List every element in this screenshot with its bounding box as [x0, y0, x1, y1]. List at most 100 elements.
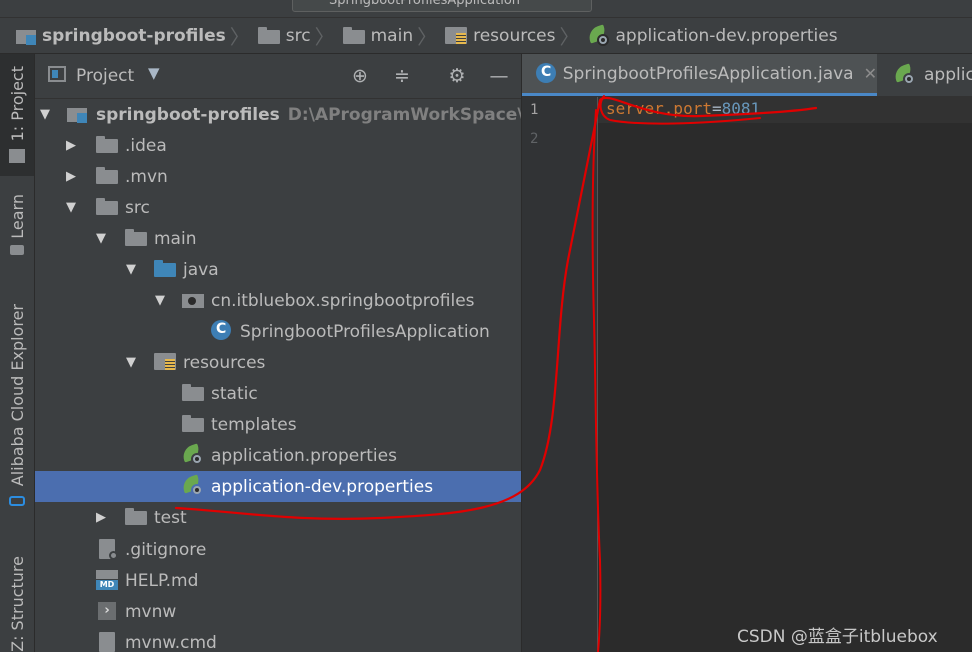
watermark: CSDN @蓝盒子itbluebox: [737, 627, 938, 647]
tree-item-help-md[interactable]: MD HELP.md: [35, 565, 521, 596]
navigation-breadcrumb: springboot-profiles 〉 src 〉 main 〉 resou…: [0, 18, 972, 54]
source-folder-icon: [154, 260, 176, 277]
breadcrumb-label: main: [370, 25, 414, 46]
tree-item-mvnw[interactable]: › mvnw: [35, 596, 521, 627]
resources-folder-icon: [154, 353, 176, 370]
tree-item-test[interactable]: ▶ test: [35, 502, 521, 533]
breadcrumb-item-main[interactable]: main: [342, 18, 414, 53]
tree-item-application-dev-properties[interactable]: application-dev.properties: [35, 471, 521, 502]
breadcrumb-label: application-dev.properties: [615, 25, 838, 46]
tree-item-resources[interactable]: ▼ resources: [35, 347, 521, 378]
spring-properties-icon: [180, 443, 204, 466]
expand-arrow-icon[interactable]: ▼: [125, 263, 137, 276]
tree-item-label: .gitignore: [125, 539, 207, 560]
tab-application-dev-properties[interactable]: applic: [892, 54, 972, 96]
tree-item-label: resources: [183, 352, 266, 373]
spring-class-icon: [211, 320, 233, 342]
code-line[interactable]: server.port=8081: [606, 99, 760, 118]
cmd-file-icon: [99, 632, 115, 652]
tree-item-static[interactable]: static: [35, 378, 521, 409]
collapse-arrow-icon[interactable]: ▶: [65, 170, 77, 183]
locate-target-icon[interactable]: ⊕: [348, 64, 372, 88]
chevron-right-icon: 〉: [314, 25, 335, 49]
close-icon[interactable]: ✕: [864, 64, 877, 83]
tab-alibaba-label: Alibaba Cloud Explorer: [7, 304, 27, 487]
tree-item-project-root[interactable]: ▼ springboot-profiles D:\AProgramWorkSpac…: [35, 99, 521, 130]
tree-item-label: src: [125, 197, 150, 218]
tree-item-label: mvnw: [125, 601, 177, 622]
collapse-all-icon[interactable]: ≑: [390, 64, 414, 88]
tree-item-label: springboot-profilesD:\AProgramWorkSpace\…: [96, 105, 521, 125]
chevron-right-icon: 〉: [229, 25, 250, 49]
tab-project[interactable]: 1: Project: [0, 54, 34, 176]
tree-item-templates[interactable]: templates: [35, 409, 521, 440]
module-icon: [16, 27, 36, 45]
tree-item-label: SpringbootProfilesApplication: [240, 321, 490, 342]
tab-label: SpringbootProfilesApplication.java: [562, 63, 854, 84]
editor-tab-bar: SpringbootProfilesApplication.java ✕ app…: [522, 54, 972, 97]
tree-item-main[interactable]: ▼ main: [35, 223, 521, 254]
project-tool-window: Project ▼ ⊕ ≑ ⚙ — ▼ springboot-profiles D…: [35, 54, 522, 652]
tree-item-application-properties[interactable]: application.properties: [35, 440, 521, 471]
markdown-file-icon: MD: [96, 570, 118, 590]
collapse-arrow-icon[interactable]: ▶: [65, 139, 77, 152]
project-view-icon: [48, 66, 66, 82]
line-number-gutter: 1 2: [522, 97, 598, 652]
breadcrumb-item-file[interactable]: application-dev.properties: [585, 18, 838, 53]
tree-item-label: HELP.md: [125, 570, 199, 591]
folder-icon: [342, 27, 365, 44]
left-tool-stripe: 1: Project Learn Alibaba Cloud Explorer …: [0, 54, 35, 652]
chevron-right-icon: 〉: [559, 25, 580, 49]
tree-item-java[interactable]: ▼ java: [35, 254, 521, 285]
folder-icon: [96, 167, 118, 184]
project-panel-title[interactable]: Project: [76, 66, 134, 86]
folder-icon: [125, 229, 147, 246]
dropdown-arrow-icon[interactable]: ▼: [148, 64, 160, 82]
property-operator: =: [711, 99, 722, 118]
spring-properties-icon: [585, 23, 610, 47]
expand-arrow-icon[interactable]: ▼: [154, 294, 166, 307]
breadcrumb-item-src[interactable]: src: [257, 18, 311, 53]
tab-learn[interactable]: Learn: [0, 194, 34, 274]
tab-structure[interactable]: Z: Structure: [0, 556, 34, 652]
run-configuration-selector[interactable]: SpringbootProfilesApplication: [292, 0, 592, 12]
hide-panel-icon[interactable]: —: [487, 64, 511, 88]
tab-alibaba-cloud-explorer[interactable]: Alibaba Cloud Explorer: [0, 304, 34, 524]
tree-item-gitignore[interactable]: .gitignore: [35, 534, 521, 565]
tree-item-idea[interactable]: ▶ .idea: [35, 130, 521, 161]
tree-item-label: application-dev.properties: [211, 476, 434, 497]
breadcrumb-item-project[interactable]: springboot-profiles: [16, 18, 226, 53]
tree-item-label: cn.itbluebox.springbootprofiles: [211, 290, 475, 311]
run-configuration-label: SpringbootProfilesApplication: [329, 0, 521, 8]
tree-item-src[interactable]: ▼ src: [35, 192, 521, 223]
expand-arrow-icon[interactable]: ▼: [65, 201, 77, 214]
learn-icon: [10, 244, 24, 255]
module-icon: [67, 105, 87, 123]
expand-arrow-icon[interactable]: ▼: [95, 232, 107, 245]
expand-arrow-icon[interactable]: ▼: [125, 356, 137, 369]
tab-springboot-profiles-application[interactable]: SpringbootProfilesApplication.java ✕: [522, 54, 877, 96]
spring-properties-icon: [892, 63, 916, 86]
folder-icon: [96, 136, 118, 153]
tree-item-label: .mvn: [125, 166, 168, 187]
collapse-arrow-icon[interactable]: ▶: [95, 511, 107, 524]
tab-structure-label: Z: Structure: [7, 556, 27, 652]
gear-icon[interactable]: ⚙: [445, 64, 469, 88]
folder-icon: [96, 198, 118, 215]
tree-item-application-class[interactable]: SpringbootProfilesApplication: [35, 316, 521, 347]
project-window-icon: [9, 149, 25, 164]
folder-icon: [182, 384, 204, 401]
tab-label: applic: [924, 65, 972, 85]
property-value: 8081: [721, 99, 761, 118]
shell-file-icon: ›: [98, 602, 116, 620]
tree-item-mvn[interactable]: ▶ .mvn: [35, 161, 521, 192]
line-number: 1: [530, 102, 539, 118]
tree-item-mvnw-cmd[interactable]: mvnw.cmd: [35, 627, 521, 652]
expand-arrow-icon[interactable]: ▼: [39, 108, 51, 121]
tree-item-label: templates: [211, 414, 297, 435]
code-editor[interactable]: 1 2 server.port=8081: [522, 97, 972, 652]
breadcrumb-label: springboot-profiles: [42, 25, 226, 46]
breadcrumb-item-resources[interactable]: resources: [445, 18, 556, 53]
tree-item-package[interactable]: ▼ cn.itbluebox.springbootprofiles: [35, 285, 521, 316]
alibaba-cloud-icon: [9, 496, 25, 507]
